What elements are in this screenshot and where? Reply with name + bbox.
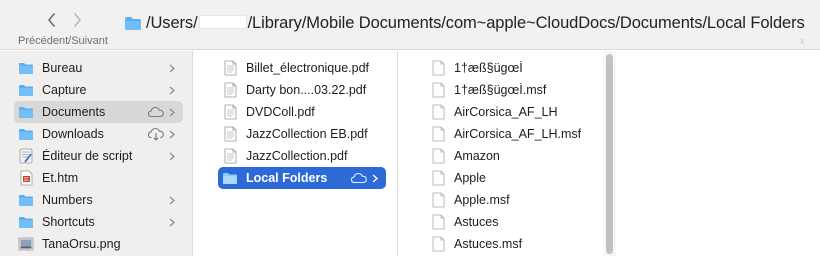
list-item[interactable]: Darty bon....03.22.pdf	[218, 79, 386, 101]
list-item-label: AirCorsica_AF_LH	[454, 105, 558, 119]
folder-icon	[18, 60, 34, 76]
icloud-download-icon[interactable]	[147, 127, 165, 141]
document-icon	[430, 170, 446, 186]
folder-icon	[18, 126, 34, 142]
pdf-file-icon	[222, 104, 238, 120]
sidebar-item-label: Numbers	[42, 193, 93, 207]
document-icon	[430, 148, 446, 164]
sidebar-item-label: Capture	[42, 83, 87, 97]
icloud-icon	[147, 105, 165, 119]
nav-caption: Précédent/Suivant	[18, 35, 108, 47]
forward-button[interactable]	[67, 10, 87, 30]
document-icon	[430, 104, 446, 120]
toolbar: Précédent/Suivant /Users/ /Library/Mobile…	[0, 0, 820, 50]
chevron-left-icon	[48, 13, 55, 27]
html-file-icon	[18, 170, 34, 186]
document-icon	[430, 214, 446, 230]
list-item[interactable]: Astuces	[426, 211, 606, 233]
sidebar-item-label: TanaOrsu.png	[42, 237, 121, 251]
sidebar-item-label: Éditeur de script	[42, 149, 133, 163]
list-item-label: Apple	[454, 171, 486, 185]
chevron-right-icon	[167, 105, 177, 119]
list-item-label: Apple.msf	[454, 193, 510, 207]
document-icon	[430, 126, 446, 142]
folder-icon	[18, 214, 34, 230]
list-item[interactable]: Amazon	[426, 145, 606, 167]
list-item-local-folders[interactable]: Local Folders	[218, 167, 386, 189]
list-item[interactable]: Astuces.msf	[426, 233, 606, 255]
list-item-label: JazzCollection EB.pdf	[246, 127, 368, 141]
list-item[interactable]: 1†æß§ügœÌ.msf	[426, 79, 606, 101]
list-item-label: Darty bon....03.22.pdf	[246, 83, 367, 97]
document-icon	[430, 60, 446, 76]
redacted-username	[198, 15, 247, 29]
document-icon	[430, 236, 446, 252]
list-item[interactable]: AirCorsica_AF_LH	[426, 101, 606, 123]
sidebar-item-label: Shortcuts	[42, 215, 95, 229]
pdf-file-icon	[222, 126, 238, 142]
folder-icon	[18, 104, 34, 120]
document-icon	[430, 192, 446, 208]
list-item-label: Astuces.msf	[454, 237, 523, 251]
image-file-icon	[18, 236, 34, 252]
list-item[interactable]: JazzCollection.pdf	[218, 145, 386, 167]
pdf-file-icon	[222, 82, 238, 98]
path-bar[interactable]: /Users/ /Library/Mobile Documents/com~app…	[146, 14, 805, 33]
sidebar-item-et-htm[interactable]: Et.htm	[14, 167, 183, 189]
chevron-right-icon	[167, 215, 177, 229]
list-item[interactable]: Apple	[426, 167, 606, 189]
path-folder-icon	[124, 16, 142, 36]
sidebar-column: Bureau Capture Documents Downloads Édite…	[0, 51, 193, 256]
sidebar-item-shortcuts[interactable]: Shortcuts	[14, 211, 183, 233]
pdf-file-icon	[222, 60, 238, 76]
document-icon	[430, 82, 446, 98]
sidebar-item-script-editor[interactable]: Éditeur de script	[14, 145, 183, 167]
back-button[interactable]	[42, 10, 62, 30]
list-item[interactable]: Apple.msf	[426, 189, 606, 211]
list-item[interactable]: AirCorsica_AF_LH.msf	[426, 123, 606, 145]
local-folders-column: 1†æß§ügœÌ 1†æß§ügœÌ.msf AirCorsica_AF_LH…	[412, 51, 616, 256]
path-segment-users: /Users/	[146, 14, 198, 32]
list-item-label: DVDColl.pdf	[246, 105, 315, 119]
chevron-right-icon	[167, 61, 177, 75]
sidebar-item-label: Bureau	[42, 61, 83, 75]
list-item-label: Astuces	[454, 215, 499, 229]
sidebar-item-numbers[interactable]: Numbers	[14, 189, 183, 211]
list-item[interactable]: Billet_électronique.pdf	[218, 57, 386, 79]
list-item[interactable]: 1†æß§ügœÌ	[426, 57, 606, 79]
scrollbar-thumb[interactable]	[606, 54, 613, 254]
list-item-label: 1†æß§ügœÌ	[454, 61, 523, 75]
list-item-label: AirCorsica_AF_LH.msf	[454, 127, 582, 141]
list-item[interactable]: JazzCollection EB.pdf	[218, 123, 386, 145]
sidebar-item-downloads[interactable]: Downloads	[14, 123, 183, 145]
corner-mark: x	[800, 36, 805, 46]
list-item-label: Amazon	[454, 149, 500, 163]
path-segment-rest: /Library/Mobile Documents/com~apple~Clou…	[247, 14, 805, 32]
list-item-label: Billet_électronique.pdf	[246, 61, 369, 75]
sidebar-item-tanaorsu[interactable]: TanaOrsu.png	[14, 233, 183, 255]
sidebar-item-capture[interactable]: Capture	[14, 79, 183, 101]
chevron-right-icon	[167, 193, 177, 207]
chevron-right-icon	[167, 149, 177, 163]
folder-icon	[222, 170, 238, 186]
sidebar-item-bureau[interactable]: Bureau	[14, 57, 183, 79]
chevron-right-icon	[370, 171, 380, 185]
chevron-right-icon	[167, 83, 177, 97]
sidebar-item-documents[interactable]: Documents	[14, 101, 183, 123]
folder-icon	[18, 82, 34, 98]
chevron-right-icon	[74, 13, 81, 27]
icloud-icon	[350, 171, 368, 185]
documents-column: Billet_électronique.pdf Darty bon....03.…	[206, 51, 398, 256]
list-item-label: 1†æß§ügœÌ.msf	[454, 83, 547, 97]
list-item-label: JazzCollection.pdf	[246, 149, 348, 163]
list-item[interactable]: DVDColl.pdf	[218, 101, 386, 123]
pdf-file-icon	[222, 148, 238, 164]
script-editor-icon	[18, 148, 34, 164]
sidebar-item-label: Et.htm	[42, 171, 79, 185]
chevron-right-icon	[167, 127, 177, 141]
folder-icon	[18, 192, 34, 208]
